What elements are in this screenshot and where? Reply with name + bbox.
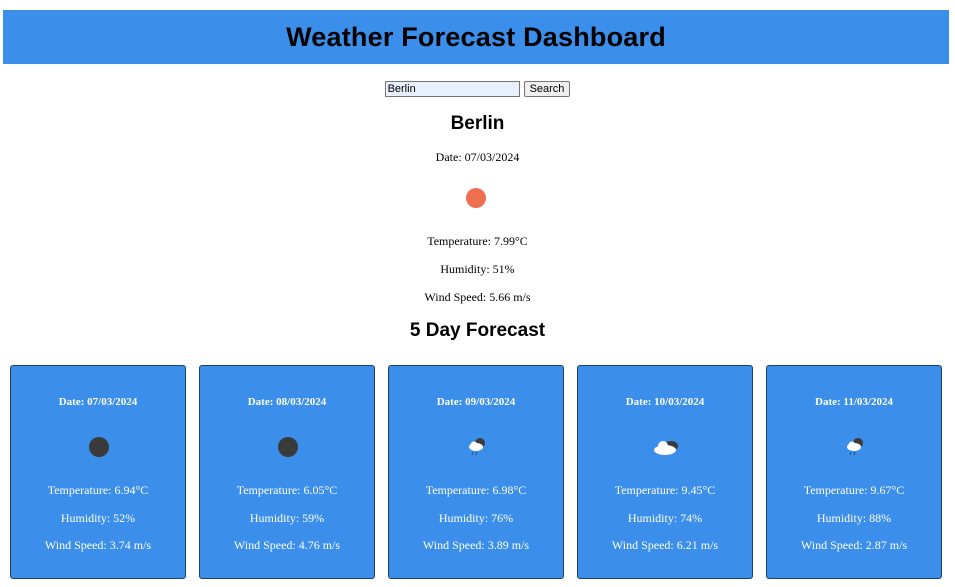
current-date: Date: 07/03/2024 bbox=[435, 150, 520, 164]
forecast-card: Date: 10/03/2024 Temperature: 9.45°C Hum… bbox=[577, 365, 753, 579]
forecast-card: Date: 07/03/2024 Temperature: 6.94°C Hum… bbox=[10, 365, 186, 579]
forecast-date: Date: 11/03/2024 bbox=[815, 396, 893, 408]
current-humidity: Humidity: 51% bbox=[440, 262, 515, 276]
forecast-wind-speed: Wind Speed: 3.74 m/s bbox=[44, 538, 152, 552]
rain-cloud-icon bbox=[466, 436, 488, 458]
sun-icon bbox=[466, 188, 486, 208]
forecast-humidity: Humidity: 76% bbox=[438, 511, 514, 525]
forecast-card: Date: 11/03/2024 Temperature: 9.67°C Hum… bbox=[766, 365, 942, 579]
forecast-date: Date: 08/03/2024 bbox=[247, 396, 327, 408]
forecast-card: Date: 09/03/2024 Temperature: 6.98°C Hum… bbox=[388, 365, 564, 579]
forecast-temperature: Temperature: 6.98°C bbox=[425, 483, 527, 497]
forecast-humidity: Humidity: 88% bbox=[816, 511, 892, 525]
current-temperature: Temperature: 7.99°C bbox=[427, 234, 528, 248]
page-title: Weather Forecast Dashboard bbox=[286, 21, 666, 52]
forecast-temperature: Temperature: 9.45°C bbox=[614, 483, 716, 497]
forecast-cards: Date: 07/03/2024 Temperature: 6.94°C Hum… bbox=[10, 365, 942, 579]
rain-cloud-icon bbox=[844, 436, 866, 458]
city-search-input[interactable] bbox=[384, 81, 520, 97]
forecast-wind-speed: Wind Speed: 4.76 m/s bbox=[233, 538, 341, 552]
forecast-title: 5 Day Forecast bbox=[409, 320, 546, 341]
search-button[interactable]: Search bbox=[523, 81, 571, 97]
forecast-wind-speed: Wind Speed: 2.87 m/s bbox=[800, 538, 908, 552]
cloud-icon bbox=[651, 436, 681, 458]
clear-night-icon bbox=[277, 436, 299, 458]
forecast-temperature: Temperature: 6.05°C bbox=[236, 483, 338, 497]
forecast-wind-speed: Wind Speed: 3.89 m/s bbox=[422, 538, 530, 552]
current-city: Berlin bbox=[450, 113, 505, 134]
page-header: Weather Forecast Dashboard bbox=[3, 10, 949, 64]
forecast-temperature: Temperature: 6.94°C bbox=[47, 483, 149, 497]
forecast-temperature: Temperature: 9.67°C bbox=[803, 483, 905, 497]
forecast-humidity: Humidity: 74% bbox=[627, 511, 703, 525]
forecast-date: Date: 07/03/2024 bbox=[58, 396, 138, 408]
search-bar: Search bbox=[0, 81, 955, 97]
forecast-humidity: Humidity: 52% bbox=[60, 511, 136, 525]
forecast-date: Date: 10/03/2024 bbox=[625, 396, 705, 408]
clear-night-icon bbox=[88, 436, 110, 458]
forecast-humidity: Humidity: 59% bbox=[249, 511, 325, 525]
forecast-card: Date: 08/03/2024 Temperature: 6.05°C Hum… bbox=[199, 365, 375, 579]
forecast-wind-speed: Wind Speed: 6.21 m/s bbox=[611, 538, 719, 552]
current-wind-speed: Wind Speed: 5.66 m/s bbox=[424, 290, 531, 304]
forecast-date: Date: 09/03/2024 bbox=[436, 396, 516, 408]
